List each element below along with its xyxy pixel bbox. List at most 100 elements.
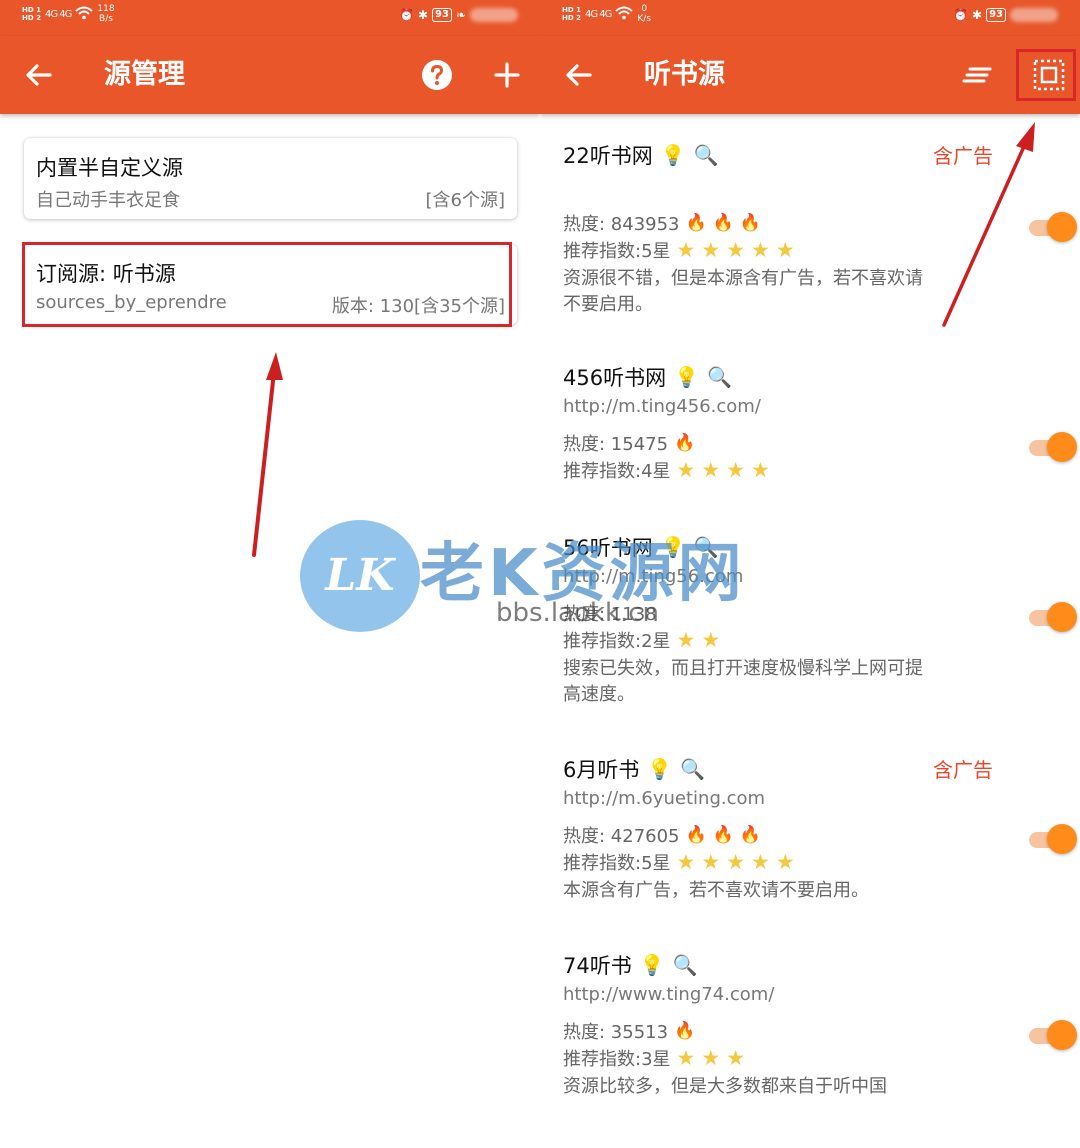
heat-row: 热度: 843953 🔥 🔥 🔥 — [563, 210, 761, 236]
source-list-item[interactable]: 74听书 💡 🔍 http://www.ting74.com/热度: 35513 🔥 推荐… — [563, 950, 1077, 1130]
hd-top-label: HD 1 — [562, 6, 581, 14]
lightbulb-icon: 💡 — [660, 143, 686, 167]
help-button[interactable] — [420, 58, 454, 92]
star-icon: ★ — [775, 850, 795, 874]
source-title-row: 6月听书 💡 🔍 — [563, 754, 705, 784]
ad-badge: 含广告 — [933, 144, 993, 168]
wifi-icon — [615, 6, 634, 23]
star-icon: ★ — [726, 1046, 746, 1070]
status-right: ⏰ ✱ 93 ❧ — [399, 8, 518, 22]
source-url: http://m.ting456.com/ — [563, 396, 761, 417]
source-name: 56听书网 — [563, 536, 653, 560]
back-button[interactable] — [22, 58, 56, 92]
source-description: 本源含有广告，若不喜欢请不要启用。 — [563, 880, 869, 901]
rating-label: 推荐指数:2星 — [563, 631, 671, 652]
speed-value: 0 — [641, 4, 648, 14]
speed-value: 118 — [97, 4, 115, 14]
signal-icon: 4G 4G — [584, 8, 612, 20]
wifi-icon — [75, 6, 94, 23]
source-url: http://www.ting74.com/ — [563, 984, 775, 1005]
heat-label: 热度: 843953 — [563, 214, 680, 235]
toggle-thumb — [1047, 824, 1077, 854]
hd-top-label: HD 1 — [22, 6, 41, 14]
heat-row: 热度: 15475 🔥 — [563, 430, 695, 456]
star-icon: ★ — [676, 850, 696, 874]
fire-icon: 🔥 — [712, 825, 734, 845]
star-icon: ★ — [676, 628, 696, 652]
source-url: http://m.6yueting.com — [563, 788, 766, 809]
source-url: http://m.ting56.com — [563, 566, 744, 587]
fire-icon: 🔥 — [739, 213, 762, 233]
heat-row: 热度: 1138 — [563, 600, 657, 626]
source-title-row: 456听书网 💡 🔍 — [563, 362, 732, 392]
card-count: [含6个源] — [425, 190, 506, 211]
star-icon: ★ — [726, 238, 746, 262]
speed-unit: B/s — [99, 14, 113, 24]
rating-label: 推荐指数:4星 — [563, 461, 671, 482]
heat-label: 热度: 1138 — [563, 604, 657, 625]
source-title-row: 56听书网 💡 🔍 — [563, 532, 719, 562]
rating-row: 推荐指数:4星 ★ ★ ★ ★ — [563, 457, 770, 483]
battery-icon: 93 — [432, 8, 452, 22]
page-title: 源管理 — [104, 59, 185, 90]
alarm-icon: ⏰ — [953, 8, 969, 22]
status-left: HD 1 HD 2 4G 4G 0 K/s — [562, 4, 651, 24]
toggle-thumb — [1047, 212, 1077, 242]
source-description: 资源比较多，但是大多数都来自于听中国 — [563, 1076, 887, 1097]
star-icon: ★ — [676, 1046, 696, 1070]
arrow-left-icon — [566, 64, 592, 86]
heat-label: 热度: 427605 — [563, 826, 680, 847]
magnifier-icon: 🔍 — [672, 953, 698, 977]
battery-icon: 93 — [986, 8, 1006, 22]
star-icon: ★ — [701, 628, 721, 652]
star-icon: ★ — [701, 1046, 721, 1070]
network-speed: 0 K/s — [637, 4, 651, 24]
status-right: ⏰ ✱ 93 — [953, 8, 1058, 22]
toggle-thumb — [1047, 432, 1077, 462]
source-enable-toggle[interactable] — [1029, 212, 1077, 242]
source-description: 资源很不错，但是本源含有广告，若不喜欢请 — [563, 268, 923, 289]
plus-icon — [494, 62, 520, 88]
heat-row: 热度: 427605 🔥 🔥 🔥 — [563, 822, 761, 848]
heat-label: 热度: 35513 — [563, 1022, 669, 1043]
magnifier-icon: 🔍 — [693, 535, 719, 559]
status-bar: HD 1 HD 2 4G 4G 0 K/s ⏰ ✱ 93 — [540, 0, 1080, 36]
fire-icon: 🔥 — [712, 213, 734, 233]
source-list-item[interactable]: 22听书网 💡 🔍 含广告 热度: 843953 🔥 🔥 🔥 推荐指数:5星 ★ ★ ★ ★ ★ 资源很不错… — [563, 140, 1077, 320]
sort-lines-icon — [962, 67, 992, 83]
alarm-icon: ⏰ — [399, 8, 414, 22]
star-icon: ★ — [726, 458, 746, 482]
builtin-source-card[interactable]: 内置半自定义源 自己动手丰衣足食 [含6个源] — [24, 138, 517, 219]
source-description-cont: 高速度。 — [563, 684, 635, 705]
source-list-item[interactable]: 6月听书 💡 🔍 含广告 http://m.6yueting.com 热度: 427605… — [563, 754, 1077, 934]
speed-unit: K/s — [637, 14, 652, 24]
source-enable-toggle[interactable] — [1029, 824, 1077, 854]
toggle-thumb — [1047, 1020, 1077, 1050]
hd-bottom-label: HD 2 — [562, 14, 581, 22]
source-list-item[interactable]: 456听书网 💡 🔍 http://m.ting456.com/热度: 15475 🔥 推… — [563, 362, 1077, 542]
fire-icon: 🔥 — [685, 213, 707, 233]
source-name: 22听书网 — [563, 144, 653, 168]
time-blurred — [470, 8, 518, 22]
star-icon: ★ — [701, 238, 721, 262]
star-icon: ★ — [751, 238, 770, 262]
source-title-row: 74听书 💡 🔍 — [563, 950, 698, 980]
magnifier-icon: 🔍 — [693, 143, 719, 167]
rating-row: 推荐指数:5星 ★ ★ ★ ★ ★ — [563, 849, 795, 875]
star-icon: ★ — [751, 850, 770, 874]
sort-button[interactable] — [960, 60, 994, 90]
source-description-cont: 不要启用。 — [563, 294, 653, 315]
source-enable-toggle[interactable] — [1029, 1020, 1077, 1050]
back-button[interactable] — [562, 58, 596, 92]
rating-label: 推荐指数:5星 — [563, 853, 671, 874]
rating-label: 推荐指数:3星 — [563, 1049, 671, 1070]
network-speed: 118 B/s — [97, 4, 114, 24]
highlight-box — [1016, 49, 1076, 101]
star-icon: ★ — [751, 458, 770, 482]
source-enable-toggle[interactable] — [1029, 602, 1077, 632]
star-icon: ★ — [676, 238, 696, 262]
add-source-button[interactable] — [490, 58, 524, 92]
source-name: 456听书网 — [563, 366, 667, 390]
source-list-item[interactable]: 56听书网 💡 🔍 http://m.ting56.com 热度: 1138 推荐指数:2… — [563, 532, 1077, 712]
source-enable-toggle[interactable] — [1029, 432, 1077, 462]
